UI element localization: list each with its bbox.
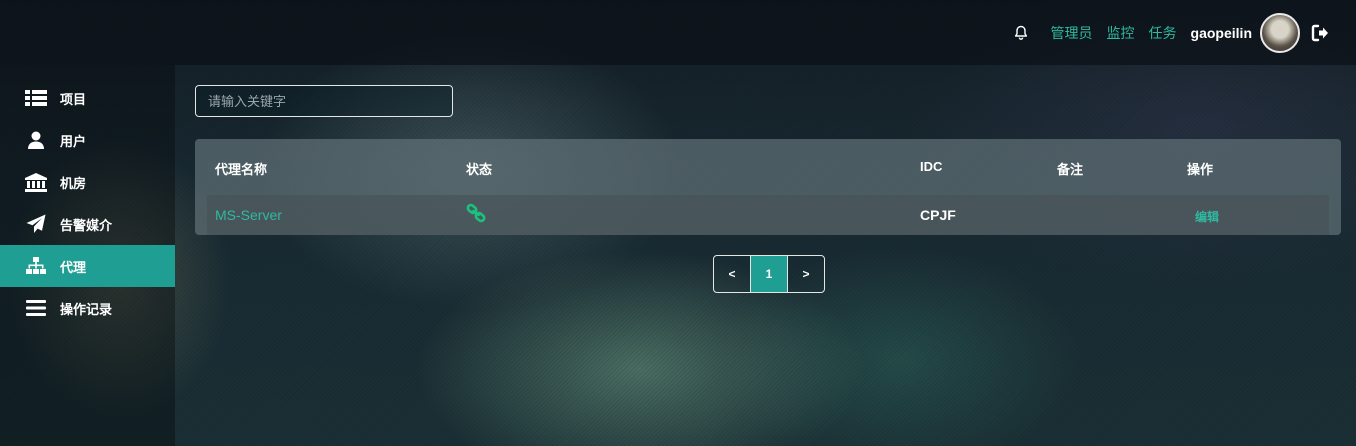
nav-link-tasks[interactable]: 任务 [1149,23,1177,43]
avatar[interactable] [1260,13,1300,53]
sidebar-item-alert-media[interactable]: 告警媒介 [0,203,175,245]
proxy-name-link[interactable]: MS-Server [215,207,282,223]
sidebar: 项目 用户 机房 告警媒介 代理 操作记录 [0,65,175,446]
sidebar-item-label: 告警媒介 [60,217,113,233]
sidebar-item-operation-log[interactable]: 操作记录 [0,287,175,329]
sidebar-item-label: 项目 [60,91,87,107]
search-input[interactable] [195,85,453,117]
top-bar-right: 管理员 监控 任务 gaopeilin [1013,13,1330,53]
proxy-table: 代理名称 状态 IDC 备注 操作 MS-Server CPJF 编辑 [195,139,1341,235]
sidebar-item-projects[interactable]: 项目 [0,77,175,119]
column-header-action: 操作 [1187,162,1214,177]
nav-link-monitor[interactable]: 监控 [1107,23,1135,43]
column-header-remark: 备注 [1057,162,1084,177]
th-list-icon [25,88,47,108]
link-icon [466,203,486,226]
top-bar: 管理员 监控 任务 gaopeilin [0,0,1356,65]
nav-link-admin[interactable]: 管理员 [1051,23,1093,43]
edit-button[interactable]: 编辑 [1195,208,1219,225]
pagination-page-button[interactable]: 1 [751,256,788,292]
column-header-status: 状态 [466,162,493,177]
main-content: 代理名称 状态 IDC 备注 操作 MS-Server CPJF 编辑 < 1 [175,65,1356,446]
bank-icon [25,172,47,192]
sitemap-icon [25,256,47,276]
idc-value: CPJF [920,207,956,223]
sidebar-item-datacenter[interactable]: 机房 [0,161,175,203]
sidebar-item-label: 操作记录 [60,301,113,317]
column-header-name: 代理名称 [215,162,268,177]
sidebar-item-proxy[interactable]: 代理 [0,245,175,287]
username[interactable]: gaopeilin [1191,25,1252,41]
bars-icon [25,298,47,318]
sidebar-item-users[interactable]: 用户 [0,119,175,161]
user-icon [25,130,47,150]
column-header-idc: IDC [920,159,943,174]
sidebar-item-label: 用户 [60,133,87,149]
sidebar-item-label: 机房 [60,175,87,191]
paper-plane-icon [25,214,47,234]
table-row: MS-Server CPJF 编辑 [207,195,1329,235]
pagination-prev-button[interactable]: < [714,256,751,292]
bell-icon[interactable] [1013,25,1029,41]
logout-icon[interactable] [1310,23,1330,43]
pagination: < 1 > [713,255,825,293]
sidebar-item-label: 代理 [60,259,87,275]
pagination-next-button[interactable]: > [788,256,824,292]
